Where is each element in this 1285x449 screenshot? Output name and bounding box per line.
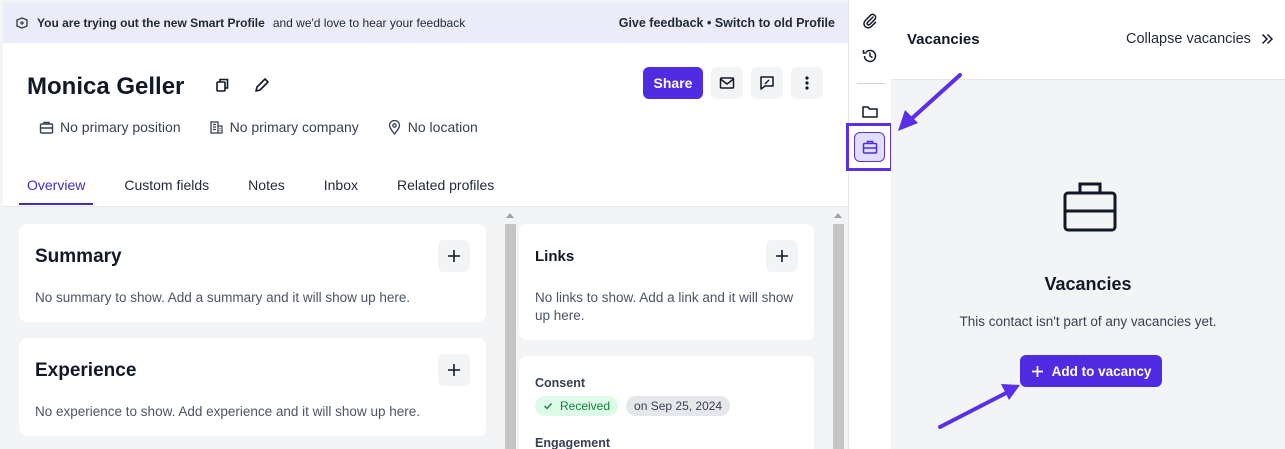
location: No location	[407, 119, 478, 135]
meta-location: No location	[387, 119, 478, 135]
consent-title: Consent	[535, 376, 585, 390]
chevrons-right-icon	[1261, 33, 1273, 45]
links-title: Links	[535, 248, 575, 265]
plus-icon	[776, 250, 788, 262]
plus-icon	[448, 364, 460, 376]
primary-position: No primary position	[60, 119, 181, 135]
consent-pills: Received on Sep 25, 2024	[535, 396, 731, 416]
add-link-button[interactable]	[766, 240, 798, 272]
vacancies-toggle-highlight	[846, 123, 893, 171]
more-vertical-icon	[805, 76, 809, 90]
tab-notes[interactable]: Notes	[240, 169, 293, 205]
experience-card: Experience No experience to show. Add ex…	[19, 338, 486, 436]
tab-overview[interactable]: Overview	[19, 169, 94, 205]
add-to-vacancy-label: Add to vacancy	[1051, 363, 1152, 379]
message-button[interactable]	[751, 67, 783, 99]
briefcase-icon	[862, 140, 877, 154]
strip-divider	[857, 83, 885, 84]
banner-links: Give feedback • Switch to old Profile	[619, 16, 835, 30]
building-icon	[209, 120, 223, 134]
briefcase-icon	[1063, 182, 1117, 232]
edit-pencil-icon[interactable]	[253, 76, 271, 94]
history-icon[interactable]	[861, 47, 879, 65]
add-to-vacancy-button[interactable]: Add to vacancy	[1020, 355, 1162, 387]
scroll-thumb[interactable]	[833, 224, 844, 449]
chat-edit-icon	[760, 76, 774, 90]
scroll-up-arrow-icon[interactable]	[506, 213, 514, 218]
side-icon-strip	[848, 0, 891, 449]
email-button[interactable]	[711, 67, 743, 99]
smart-profile-banner: You are trying out the new Smart Profile…	[3, 3, 848, 43]
paperclip-icon[interactable]	[861, 12, 879, 30]
profile-main: You are trying out the new Smart Profile…	[0, 0, 848, 449]
vacancies-header: Vacancies Collapse vacancies	[891, 0, 1285, 80]
consent-date-badge: on Sep 25, 2024	[626, 396, 731, 416]
vacancies-header-title: Vacancies	[907, 31, 980, 48]
mail-icon	[719, 77, 735, 89]
banner-text: and we'd love to hear your feedback	[272, 16, 466, 30]
profile-header: Monica Geller No primary position No pri…	[3, 43, 848, 207]
vacancies-toggle-button[interactable]	[854, 132, 885, 162]
primary-company: No primary company	[229, 119, 359, 135]
vacancies-empty-subtitle: This contact isn't part of any vacancies…	[959, 314, 1217, 329]
summary-card: Summary No summary to show. Add a summar…	[19, 224, 486, 322]
links-card: Links No links to show. Add a link and i…	[519, 224, 814, 340]
left-column-scrollbar[interactable]	[504, 210, 517, 449]
profile-tabs: Overview Custom fields Notes Inbox Relat…	[19, 169, 525, 205]
plus-icon	[448, 250, 460, 262]
tab-custom-fields[interactable]: Custom fields	[116, 169, 217, 205]
links-empty-text: No links to show. Add a link and it will…	[535, 290, 794, 323]
profile-meta: No primary position No primary company N…	[39, 119, 478, 135]
tab-related-profiles[interactable]: Related profiles	[389, 169, 502, 205]
folder-icon[interactable]	[861, 103, 879, 121]
summary-title: Summary	[35, 246, 122, 267]
summary-empty-text: No summary to show. Add a summary and it…	[35, 290, 411, 305]
banner-separator: •	[706, 16, 712, 30]
share-button[interactable]: Share	[643, 67, 703, 99]
check-icon	[544, 403, 553, 410]
meta-position: No primary position	[39, 119, 181, 135]
right-column-scrollbar[interactable]	[832, 210, 845, 449]
experience-title: Experience	[35, 360, 137, 381]
collapse-vacancies-label: Collapse vacancies	[1126, 31, 1251, 47]
consent-card: Consent Received on Sep 25, 2024 Engagem…	[519, 356, 814, 449]
consent-status-badge: Received	[535, 396, 619, 416]
copy-icon[interactable]	[213, 76, 231, 94]
meta-company: No primary company	[209, 119, 359, 135]
profile-name: Monica Geller	[27, 73, 185, 100]
add-experience-button[interactable]	[438, 354, 470, 386]
scroll-thumb[interactable]	[505, 224, 516, 449]
switch-old-profile-link[interactable]: Switch to old Profile	[715, 16, 835, 30]
vacancies-panel: Vacancies Collapse vacancies Vacancies T…	[891, 0, 1285, 449]
experience-empty-text: No experience to show. Add experience an…	[35, 404, 420, 419]
banner-lead: You are trying out the new Smart Profile	[37, 16, 265, 30]
scroll-up-arrow-icon[interactable]	[834, 213, 842, 218]
collapse-vacancies-button[interactable]: Collapse vacancies	[1126, 31, 1274, 47]
briefcase-icon	[39, 121, 54, 134]
consent-status: Received	[560, 399, 611, 413]
plus-icon	[1031, 365, 1043, 377]
vacancies-empty-title: Vacancies	[1044, 274, 1132, 294]
tab-inbox[interactable]: Inbox	[316, 169, 366, 205]
location-pin-icon	[388, 119, 400, 135]
more-options-button[interactable]	[791, 67, 823, 99]
add-summary-button[interactable]	[438, 240, 470, 272]
give-feedback-link[interactable]: Give feedback	[619, 16, 704, 30]
smart-profile-icon	[16, 17, 28, 29]
engagement-title: Engagement	[535, 436, 611, 449]
